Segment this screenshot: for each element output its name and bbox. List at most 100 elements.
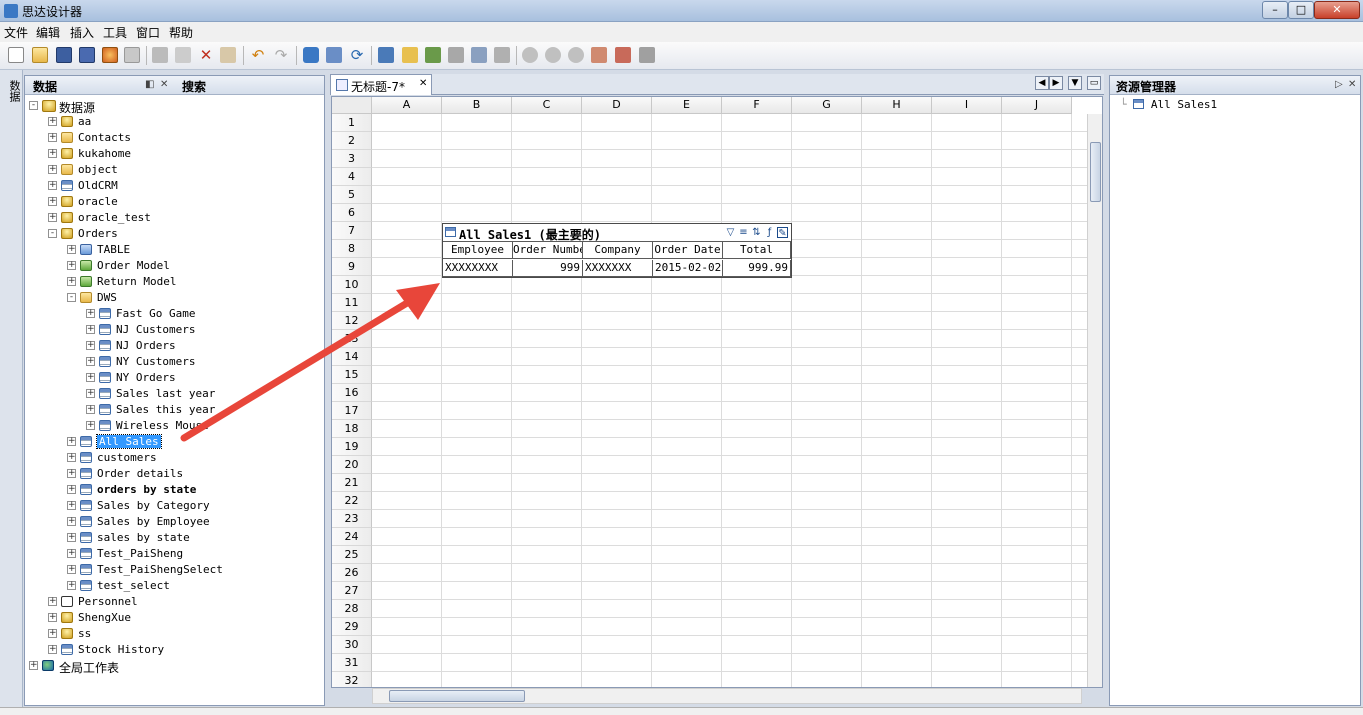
open-icon[interactable] [32, 47, 48, 63]
expand-icon[interactable]: + [67, 261, 76, 270]
tab-maximize-icon[interactable]: ▭ [1087, 76, 1101, 90]
column-header[interactable]: J [1002, 97, 1072, 114]
cut-icon[interactable] [152, 47, 168, 63]
tree-item-label[interactable]: Stock History [78, 643, 164, 656]
expand-icon[interactable]: + [29, 661, 38, 670]
expand-icon[interactable]: + [48, 213, 57, 222]
menu-edit[interactable]: 编辑 [36, 24, 60, 41]
tree-item-label[interactable]: ss [78, 627, 91, 640]
tool-1-icon[interactable] [378, 47, 394, 63]
row-header[interactable]: 5 [332, 186, 372, 204]
column-header[interactable]: G [792, 97, 862, 114]
tool-2-icon[interactable] [402, 47, 418, 63]
menu-tools[interactable]: 工具 [103, 24, 127, 41]
expand-icon[interactable]: + [48, 117, 57, 126]
row-header[interactable]: 24 [332, 528, 372, 546]
tree-item-label[interactable]: Contacts [78, 131, 131, 144]
row-header[interactable]: 25 [332, 546, 372, 564]
report-cell-order-number[interactable]: 999 [513, 260, 583, 277]
edit-icon[interactable]: ✎ [777, 227, 788, 239]
expand-icon[interactable]: + [86, 389, 95, 398]
row-header[interactable]: 11 [332, 294, 372, 312]
doc-tab-label[interactable]: 无标题-7* [351, 78, 405, 95]
expand-icon[interactable]: + [67, 453, 76, 462]
menu-help[interactable]: 帮助 [169, 24, 193, 41]
expand-icon[interactable]: + [86, 357, 95, 366]
row-header[interactable]: 17 [332, 402, 372, 420]
tool-4-icon[interactable] [448, 47, 464, 63]
tree-item-label[interactable]: Sales by Category [97, 499, 210, 512]
pin-icon[interactable]: ▷ [1335, 79, 1343, 90]
tree-item-label[interactable]: TABLE [97, 243, 130, 256]
expand-icon[interactable]: + [48, 629, 57, 638]
left-collapsed-strip[interactable]: 数据 [0, 70, 23, 707]
structure-icon[interactable] [326, 47, 342, 63]
expand-icon[interactable]: + [67, 565, 76, 574]
row-header[interactable]: 31 [332, 654, 372, 672]
expand-icon[interactable]: + [67, 549, 76, 558]
collapse-icon[interactable]: - [67, 293, 76, 302]
tree-item-label[interactable]: Test_PaiSheng [97, 547, 183, 560]
left-strip-label[interactable]: 数据 [6, 80, 22, 102]
select-all-corner[interactable] [332, 97, 372, 114]
print-icon[interactable] [124, 47, 140, 63]
row-header[interactable]: 18 [332, 420, 372, 438]
row-header[interactable]: 29 [332, 618, 372, 636]
doc-tab-close-icon[interactable]: ✕ [419, 78, 427, 89]
tree-item-label[interactable]: Sales by Employee [97, 515, 210, 528]
row-header[interactable]: 19 [332, 438, 372, 456]
row-header[interactable]: 20 [332, 456, 372, 474]
vertical-scrollbar[interactable] [1087, 114, 1102, 687]
tool-8-icon[interactable] [545, 47, 561, 63]
row-header[interactable]: 26 [332, 564, 372, 582]
row-header[interactable]: 16 [332, 384, 372, 402]
tab-list-icon[interactable]: ▼ [1068, 76, 1082, 90]
tree-item-label[interactable]: Wireless Mouse [116, 419, 209, 432]
tool-11-icon[interactable] [615, 47, 631, 63]
row-header[interactable]: 14 [332, 348, 372, 366]
tree-item-label[interactable]: customers [97, 451, 157, 464]
tree-item-label[interactable]: 全局工作表 [59, 659, 119, 676]
tool-7-icon[interactable] [522, 47, 538, 63]
expand-icon[interactable]: + [67, 517, 76, 526]
tree-item-label[interactable]: aa [78, 115, 91, 128]
expand-icon[interactable]: + [67, 277, 76, 286]
formula-icon[interactable]: ƒ [764, 227, 775, 238]
paste-icon[interactable] [220, 47, 236, 63]
resource-item-label[interactable]: All Sales1 [1151, 98, 1217, 111]
column-header[interactable]: A [372, 97, 442, 114]
horizontal-scroll-thumb[interactable] [389, 690, 525, 702]
tree-item-label[interactable]: sales by state [97, 531, 190, 544]
tree-item-label[interactable]: Orders [78, 227, 118, 240]
column-header[interactable]: H [862, 97, 932, 114]
tab-search[interactable]: 搜索 [182, 78, 206, 95]
expand-icon[interactable]: + [48, 165, 57, 174]
expand-icon[interactable]: + [67, 581, 76, 590]
tree-item-label[interactable]: DWS [97, 291, 117, 304]
column-header[interactable]: C [512, 97, 582, 114]
expand-icon[interactable]: + [48, 149, 57, 158]
row-header[interactable]: 1 [332, 114, 372, 132]
report-cell-total[interactable]: 999.99 [723, 260, 791, 277]
sort-icon[interactable]: ⇅ [751, 227, 762, 238]
column-header[interactable]: I [932, 97, 1002, 114]
tree-item-label[interactable]: oracle [78, 195, 118, 208]
row-header[interactable]: 28 [332, 600, 372, 618]
report-table[interactable]: All Sales1 (最主要的) ▽ ≡ ⇅ ƒ ✎ Employee Ord… [442, 223, 792, 278]
expand-icon[interactable]: + [48, 613, 57, 622]
sheet-area[interactable]: ABCDEFGHIJ 1 2 3 4 5 6 7 8 9 10 11 12 13 14 15 16 17 18 19… [331, 96, 1103, 688]
tree-item-label[interactable]: Order details [97, 467, 183, 480]
tree-item-label[interactable]: 数据源 [59, 99, 95, 116]
expand-icon[interactable]: + [86, 325, 95, 334]
row-header[interactable]: 27 [332, 582, 372, 600]
row-header[interactable]: 8 [332, 240, 372, 258]
cell-grid[interactable] [372, 114, 1087, 687]
maximize-button[interactable]: □ [1288, 1, 1314, 19]
tree-item-label[interactable]: NJ Orders [116, 339, 176, 352]
row-header[interactable]: 6 [332, 204, 372, 222]
tree-item-label[interactable]: Fast Go Game [116, 307, 195, 320]
expand-icon[interactable]: + [67, 437, 76, 446]
expand-icon[interactable]: + [48, 181, 57, 190]
tree-item-label[interactable]: NJ Customers [116, 323, 195, 336]
tree-item-label[interactable]: kukahome [78, 147, 131, 160]
